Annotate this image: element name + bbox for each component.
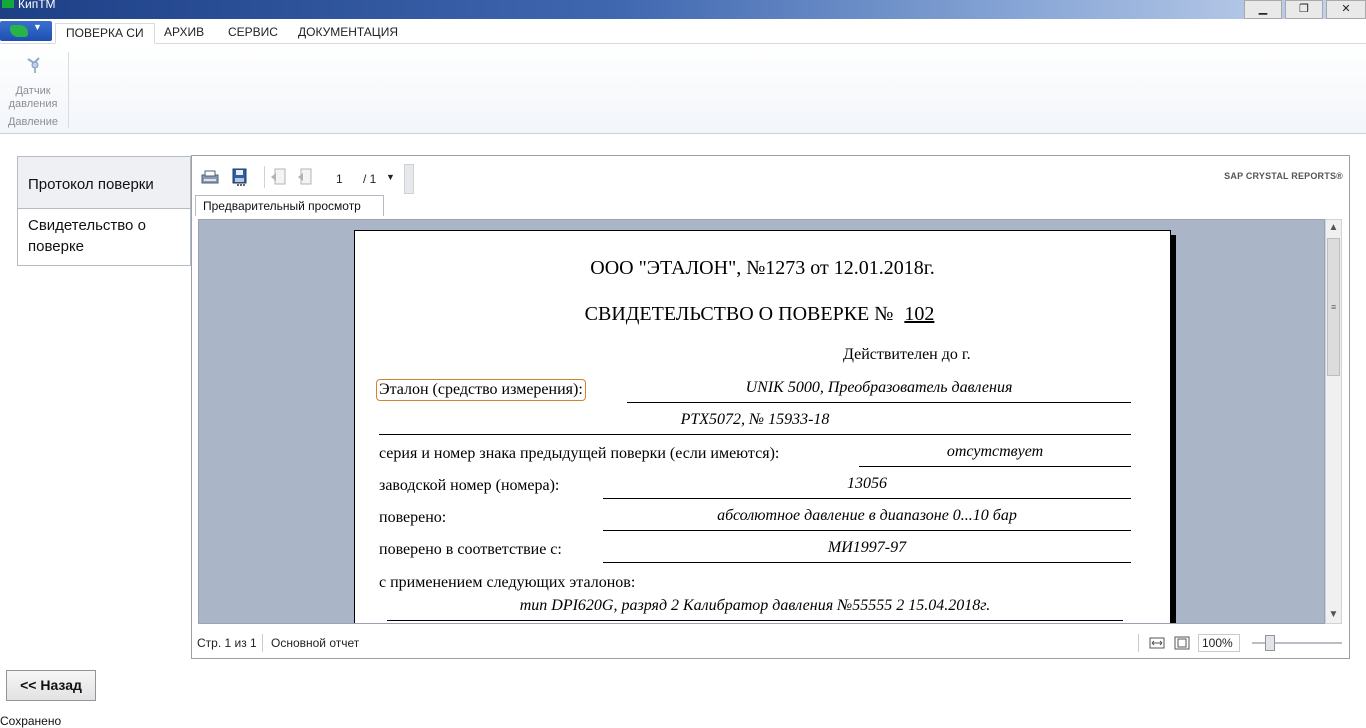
vertical-scrollbar[interactable]: ▲ ≡ ▼ — [1325, 219, 1342, 624]
etalon-value-2: PTX5072, № 15933-18 — [379, 411, 1131, 435]
fit-width-icon[interactable] — [1149, 636, 1165, 650]
chevron-down-icon: ▼ — [33, 22, 42, 32]
nav-certificate-button[interactable]: Свидетельство о поверке — [17, 208, 191, 266]
verified-label: поверено: — [379, 509, 447, 526]
status-saved: Сохранено — [0, 714, 62, 728]
prev-mark-label: серия и номер знака предыдущей поверки (… — [379, 445, 780, 462]
valid-until: Действителен до г. — [843, 346, 971, 363]
print-icon[interactable] — [200, 168, 220, 186]
etalon-value: UNIK 5000, Преобразователь давления — [627, 379, 1131, 403]
viewer-toolbar: 1 / 1 ▼ — [196, 160, 414, 194]
org-line: ООО "ЭТАЛОН", №1273 от 12.01.2018г. — [590, 257, 935, 279]
tab-poverka-si[interactable]: ПОВЕРКА СИ — [55, 23, 155, 44]
zoom-level[interactable]: 100% — [1198, 634, 1240, 652]
status-divider — [1138, 634, 1139, 652]
toolbar-grip[interactable] — [404, 164, 414, 194]
status-report: Основной отчет — [271, 636, 360, 650]
pressure-sensor-icon[interactable] — [25, 56, 43, 74]
export-icon[interactable] — [230, 168, 250, 186]
viewer-status-bar: Стр. 1 из 1 Основной отчет 100% — [196, 632, 1346, 654]
prev-mark-value: отсутствует — [859, 443, 1131, 467]
tab-documentation[interactable]: ДОКУМЕНТАЦИЯ — [288, 23, 408, 44]
tab-archive[interactable]: АРХИВ — [154, 23, 214, 44]
page-forward-icon[interactable] — [297, 168, 317, 186]
scroll-up-icon[interactable]: ▲ — [1326, 220, 1341, 236]
app-menu-button[interactable]: ▼ — [0, 21, 52, 41]
grip-icon: ≡ — [1331, 302, 1337, 312]
current-page-field[interactable]: 1 — [336, 172, 343, 186]
tab-preview[interactable]: Предварительный просмотр — [195, 195, 384, 216]
back-button[interactable]: << Назад — [6, 670, 96, 701]
page-dropdown-icon[interactable]: ▼ — [386, 172, 395, 182]
page-back-icon[interactable] — [269, 168, 289, 186]
ribbon-panel: Датчик давления Давление — [0, 44, 1366, 134]
title-bar: КипТМ — [0, 0, 1366, 19]
cert-title: СВИДЕТЕЛЬСТВО О ПОВЕРКЕ № — [584, 303, 894, 325]
cert-number: 102 — [904, 303, 935, 325]
standards-value: тип DPI620G, разряд 2 Калибратор давлени… — [387, 597, 1123, 621]
verified-value: абсолютное давление в диапазоне 0...10 б… — [603, 507, 1131, 531]
app-icon — [2, 0, 14, 8]
scroll-thumb[interactable]: ≡ — [1327, 238, 1340, 376]
serial-label: заводской номер (номера): — [379, 477, 560, 494]
according-label: поверено в соответствие с: — [379, 541, 562, 558]
app-logo-icon — [10, 25, 28, 37]
serial-value: 13056 — [603, 475, 1131, 499]
report-viewer: 1 / 1 ▼ SAP CRYSTAL REPORTS® Предварител… — [191, 155, 1350, 659]
preview-area[interactable]: ООО "ЭТАЛОН", №1273 от 12.01.2018г. СВИД… — [198, 219, 1325, 624]
close-button[interactable]: ✕ — [1326, 0, 1366, 19]
zoom-slider-thumb[interactable] — [1265, 635, 1275, 651]
standards-label: с применением следующих эталонов: — [379, 574, 636, 591]
status-divider — [262, 634, 263, 652]
minimize-button[interactable]: ▁ — [1244, 0, 1282, 19]
restore-button[interactable]: ❐ — [1285, 0, 1323, 19]
sap-brand-label: SAP CRYSTAL REPORTS® — [1224, 171, 1343, 181]
ribbon-group-label: Давление — [7, 116, 59, 128]
cert-title-line: СВИДЕТЕЛЬСТВО О ПОВЕРКЕ № 102 — [355, 303, 1170, 326]
according-value: МИ1997-97 — [603, 539, 1131, 563]
ribbon-tab-row: ▼ ПОВЕРКА СИ АРХИВ СЕРВИС ДОКУМЕНТАЦИЯ — [0, 19, 1366, 44]
nav-protocol-button[interactable]: Протокол поверки — [17, 156, 191, 209]
ribbon-divider — [68, 52, 69, 128]
status-pages: Стр. 1 из 1 — [197, 636, 257, 650]
report-page: ООО "ЭТАЛОН", №1273 от 12.01.2018г. СВИД… — [354, 230, 1171, 623]
tab-service[interactable]: СЕРВИС — [218, 23, 288, 44]
scroll-down-icon[interactable]: ▼ — [1326, 607, 1341, 623]
window-title: КипТМ — [18, 0, 56, 11]
toolbar-divider — [264, 166, 265, 188]
pressure-sensor-button-label[interactable]: Датчик давления — [4, 85, 62, 111]
etalon-label[interactable]: Эталон (средство измерения): — [376, 379, 586, 401]
total-pages-label: / 1 — [363, 172, 377, 186]
fit-page-icon[interactable] — [1174, 636, 1190, 650]
